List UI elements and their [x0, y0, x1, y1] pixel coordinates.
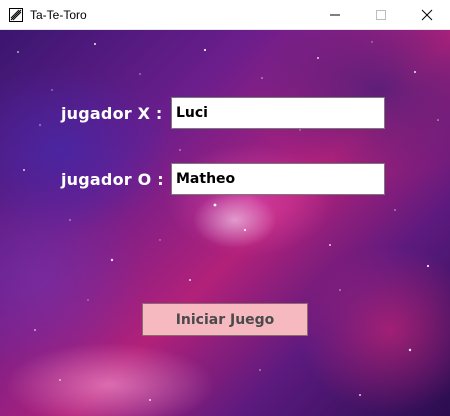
minimize-button[interactable]: [312, 0, 358, 30]
starfield: [17, 41, 439, 401]
player-o-label: jugador O :: [61, 170, 164, 189]
player-x-input[interactable]: [171, 97, 385, 129]
title-bar: Ta-Te-Toro: [0, 0, 450, 30]
close-button[interactable]: [404, 0, 450, 30]
app-icon: [8, 7, 24, 23]
galaxy-background: jugador X : jugador O : Iniciar Juego: [0, 30, 450, 416]
close-icon: [421, 9, 433, 21]
maximize-icon: [376, 10, 386, 20]
window-controls: [312, 0, 450, 30]
player-x-label: jugador X :: [61, 104, 163, 123]
maximize-button[interactable]: [358, 0, 404, 30]
window-title: Ta-Te-Toro: [30, 7, 87, 22]
player-o-input[interactable]: [171, 163, 385, 195]
app-window: Ta-Te-Toro jugador X: Luci jugador O: …: [0, 0, 450, 416]
minimize-icon: [330, 14, 340, 16]
start-game-button[interactable]: Iniciar Juego: [142, 303, 308, 336]
